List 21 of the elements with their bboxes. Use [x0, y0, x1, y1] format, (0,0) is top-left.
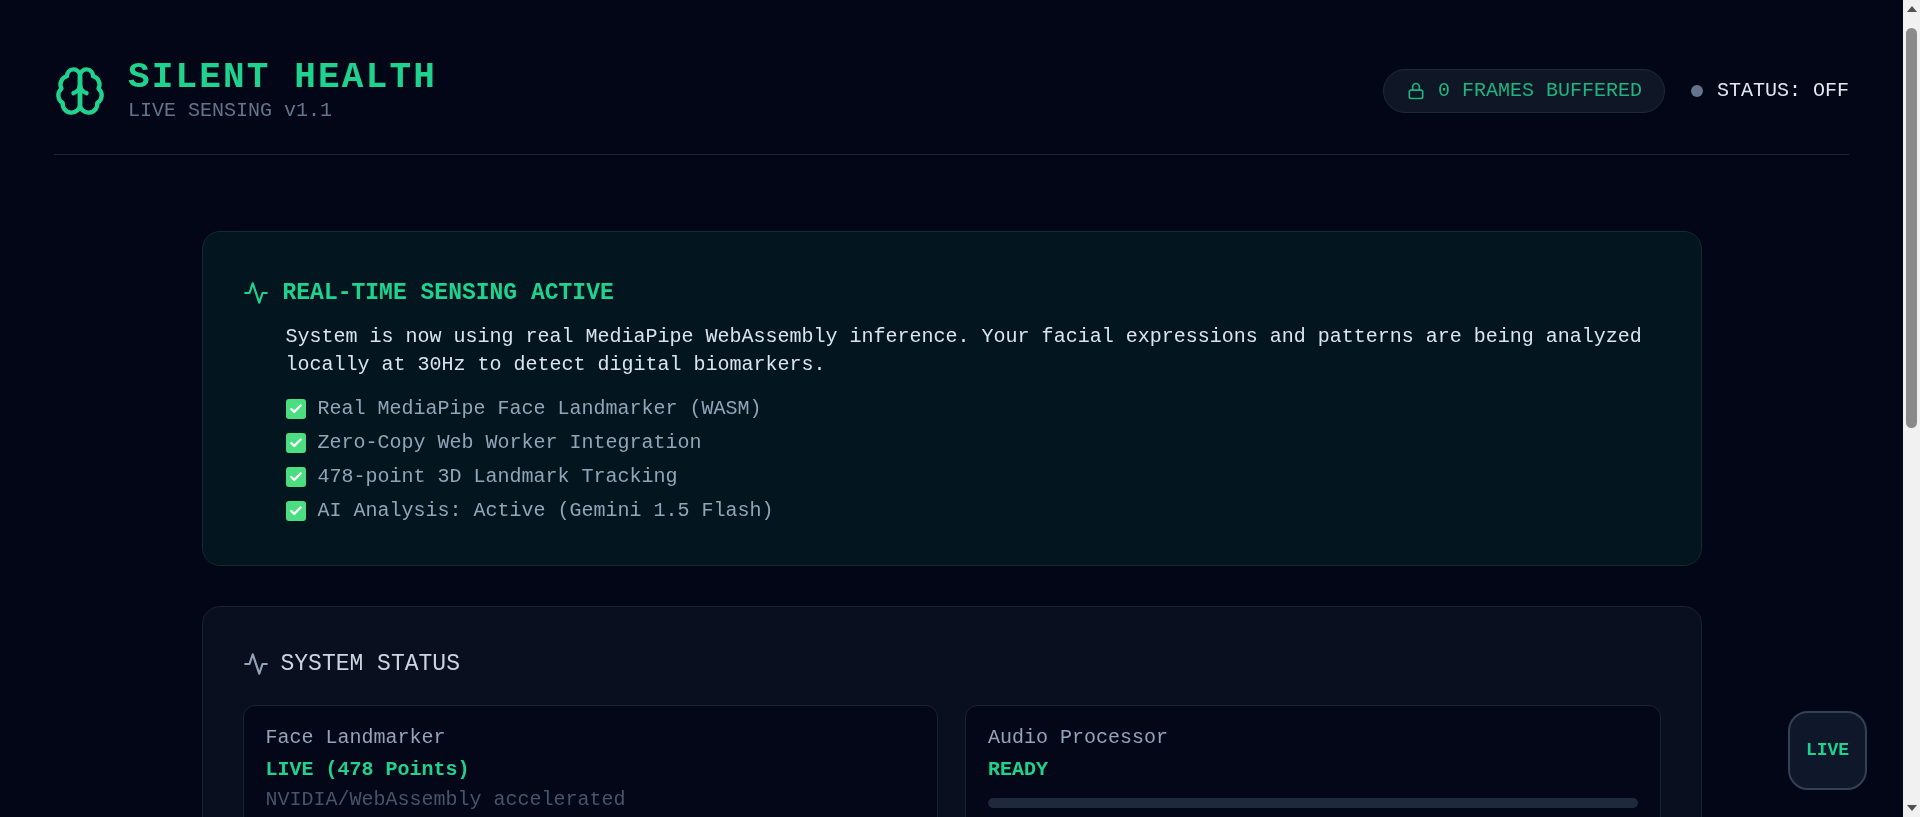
- feature-label: Real MediaPipe Face Landmarker (WASM): [317, 395, 762, 422]
- status-label: STATUS: OFF: [1716, 78, 1849, 104]
- live-button[interactable]: LIVE: [1788, 711, 1867, 790]
- banner-text: System is now using real MediaPipe WebAssembly inference. Your facial expressions and patterns are being analyzed locally at 30Hz to detect digital biomarkers.: [285, 323, 1643, 378]
- banner-title: REAL-TIME SENSING ACTIVE: [282, 279, 614, 308]
- scrollbar[interactable]: [1903, 0, 1920, 817]
- feature-label: Zero-Copy Web Worker Integration: [317, 429, 702, 456]
- module-state: LIVE (478 Points): [265, 757, 471, 783]
- brain-icon: [54, 65, 106, 117]
- app-subtitle: LIVE SENSING v1.1: [128, 98, 334, 124]
- pulse-icon: [242, 280, 269, 307]
- pulse-icon: [242, 650, 269, 677]
- module-state: READY: [988, 757, 1049, 783]
- feature-label: AI Analysis: Active (Gemini 1.5 Flash): [317, 497, 774, 524]
- module-detail: NVIDIA/WebAssembly accelerated: [265, 787, 627, 813]
- module-name: Audio Processor: [988, 725, 1170, 751]
- frames-count: 0 FRAMES BUFFERED: [1437, 78, 1642, 104]
- app-title: SILENT HEALTH: [128, 58, 437, 98]
- section-title: SYSTEM STATUS: [280, 649, 460, 679]
- feature-label: 478-point 3D Landmark Tracking: [317, 463, 678, 490]
- module-name: Face Landmarker: [265, 725, 447, 751]
